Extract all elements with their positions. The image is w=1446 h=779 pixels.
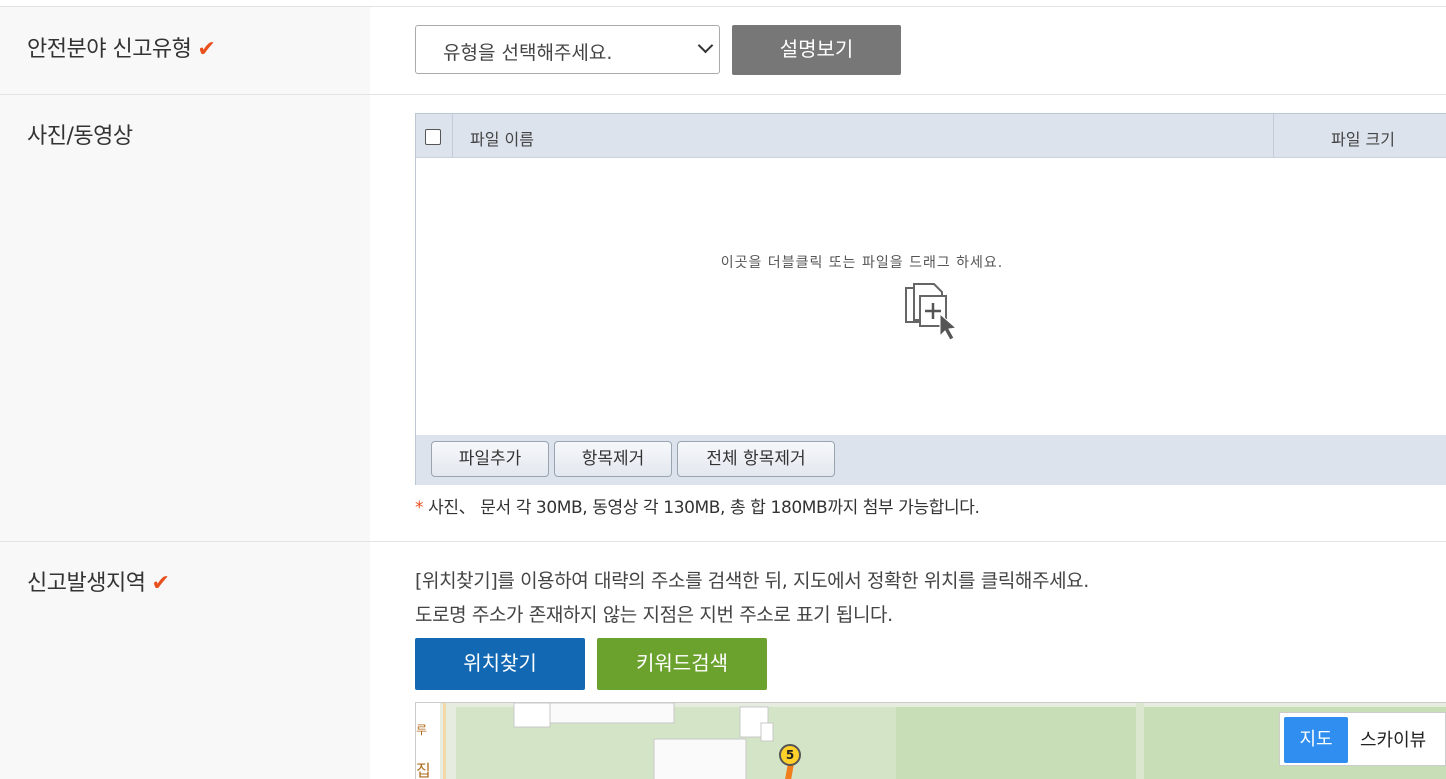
map-edge-label: 집 (416, 761, 431, 779)
row-divider (0, 94, 1446, 95)
location-instruction: [위치찾기]를 이용하여 대략의 주소를 검색한 뒤, 지도에서 정확한 위치를… (415, 570, 1089, 592)
keyword-search-button[interactable]: 키워드검색 (597, 638, 767, 690)
checkmark-icon: ✔ (197, 37, 216, 62)
drop-hint: 이곳을 더블클릭 또는 파일을 드래그 하세요. (720, 255, 1004, 271)
location-label: 신고발생지역 ✔ (27, 571, 170, 596)
add-file-button[interactable]: 파일추가 (431, 441, 549, 477)
remove-all-button[interactable]: 전체 항목제거 (677, 441, 835, 477)
row-divider (0, 541, 1446, 542)
chevron-down-icon (697, 37, 714, 54)
file-drop-icon (905, 283, 958, 341)
file-list-header: 파일 이름 파일 크기 (416, 114, 1446, 158)
file-limit-note: * 사진、 문서 각 30MB, 동영상 각 130MB, 총 합 180MB까… (415, 498, 980, 518)
file-size-column-header: 파일 크기 (1331, 130, 1395, 149)
select-all-checkbox[interactable] (425, 129, 441, 145)
skyview-mode-button[interactable]: 스카이뷰 (1360, 726, 1426, 752)
find-location-button[interactable]: 위치찾기 (415, 638, 585, 690)
map-type-toggle: 지도 스카이뷰 (1279, 712, 1446, 766)
report-type-label: 안전분야 신고유형 ✔ (27, 37, 216, 62)
map-edge-label: 루 (416, 723, 428, 737)
route-number-marker: 5 (779, 744, 801, 766)
remove-item-button[interactable]: 항목제거 (554, 441, 672, 477)
file-upload-area[interactable]: 파일 이름 파일 크기 이곳을 더블클릭 또는 파일을 드래그 하세요. 파일추… (415, 113, 1446, 485)
report-type-select[interactable]: 유형을 선택해주세요. (415, 25, 720, 74)
map-mode-button[interactable]: 지도 (1284, 717, 1348, 763)
checkmark-icon: ✔ (151, 571, 170, 596)
view-description-button[interactable]: 설명보기 (732, 25, 901, 75)
file-actions-bar: 파일추가 항목제거 전체 항목제거 (416, 435, 1446, 485)
top-border (0, 0, 1446, 7)
location-instruction-2: 도로명 주소가 존재하지 않는 지점은 지번 주소로 표기 됩니다. (415, 604, 893, 626)
media-label: 사진/동영상 (27, 124, 133, 149)
file-name-column-header: 파일 이름 (470, 130, 534, 149)
